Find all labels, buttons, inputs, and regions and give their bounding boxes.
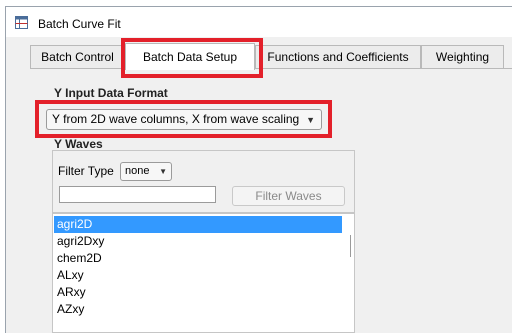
dropdown-arrow-icon: ▼ xyxy=(159,167,167,176)
list-item[interactable]: AZxy xyxy=(54,301,342,318)
dropdown-arrow-icon: ▼ xyxy=(306,115,315,125)
list-item[interactable]: agri2D xyxy=(54,216,342,233)
y-input-format-popup[interactable]: Y from 2D wave columns, X from wave scal… xyxy=(46,109,322,130)
list-scrollbar[interactable] xyxy=(350,235,351,257)
list-item[interactable]: ALxy xyxy=(54,267,342,284)
y-waves-heading: Y Waves xyxy=(54,137,103,151)
filter-input[interactable] xyxy=(59,186,216,203)
list-item[interactable]: agri2Dxy xyxy=(54,233,342,250)
filter-type-popup[interactable]: none ▼ xyxy=(120,162,172,181)
title-bar: Batch Curve Fit xyxy=(6,7,512,37)
y-waves-list[interactable]: agri2D agri2Dxy chem2D ALxy ARxy AZxy xyxy=(52,213,355,333)
y-input-format-heading: Y Input Data Format xyxy=(54,86,168,100)
tab-batch-data-setup[interactable]: Batch Data Setup xyxy=(125,43,255,70)
tab-bar: Batch Control Batch Data Setup Functions… xyxy=(30,43,512,70)
filter-waves-button[interactable]: Filter Waves xyxy=(232,186,345,206)
list-item[interactable]: chem2D xyxy=(54,250,342,267)
filter-type-label: Filter Type xyxy=(58,164,114,178)
tab-weighting[interactable]: Weighting xyxy=(421,45,504,68)
window-title: Batch Curve Fit xyxy=(38,17,121,31)
list-item[interactable]: ARxy xyxy=(54,284,342,301)
tab-functions-and-coefficients[interactable]: Functions and Coefficients xyxy=(255,45,421,68)
filter-type-value: none xyxy=(125,165,150,177)
app-icon xyxy=(15,16,28,29)
y-input-format-value: Y from 2D wave columns, X from wave scal… xyxy=(52,112,300,126)
tab-batch-control[interactable]: Batch Control xyxy=(30,45,125,68)
